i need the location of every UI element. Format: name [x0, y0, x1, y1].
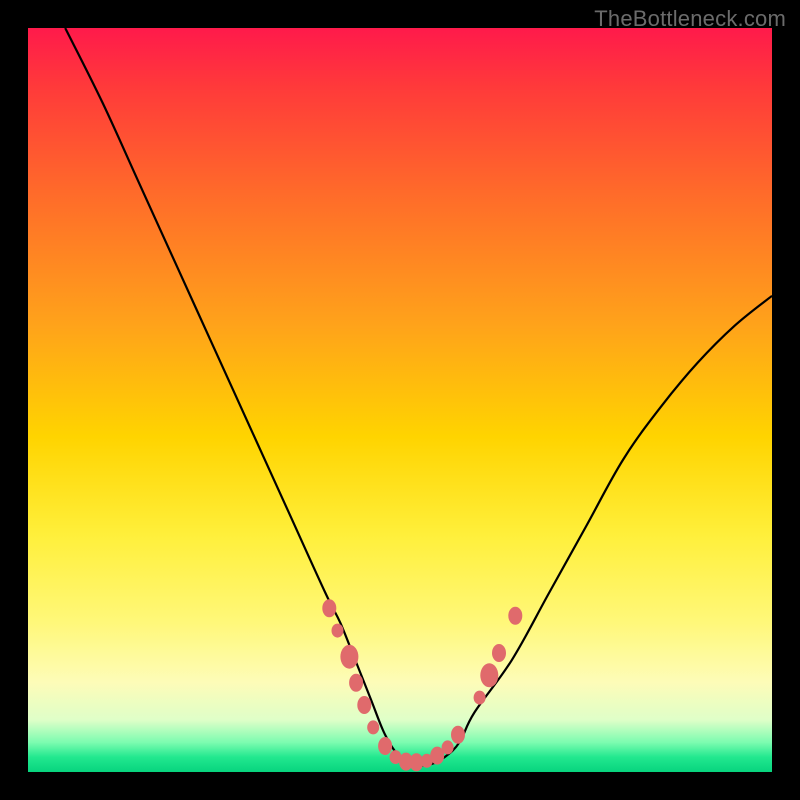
highlight-dot [492, 644, 506, 662]
chart-frame: TheBottleneck.com [0, 0, 800, 800]
highlight-dot [349, 674, 363, 692]
highlight-dot [357, 696, 371, 714]
highlight-dot [508, 607, 522, 625]
highlight-dot [332, 624, 344, 638]
bottleneck-curve [65, 28, 772, 766]
highlight-dot [367, 720, 379, 734]
highlight-dot [322, 599, 336, 617]
highlight-dot [451, 726, 465, 744]
highlight-dot [474, 691, 486, 705]
highlight-dot [340, 645, 358, 669]
highlight-dot [480, 663, 498, 687]
curve-layer [28, 28, 772, 772]
highlight-dot [378, 737, 392, 755]
highlight-dots [322, 599, 522, 771]
plot-area [28, 28, 772, 772]
highlight-dot [442, 740, 454, 754]
